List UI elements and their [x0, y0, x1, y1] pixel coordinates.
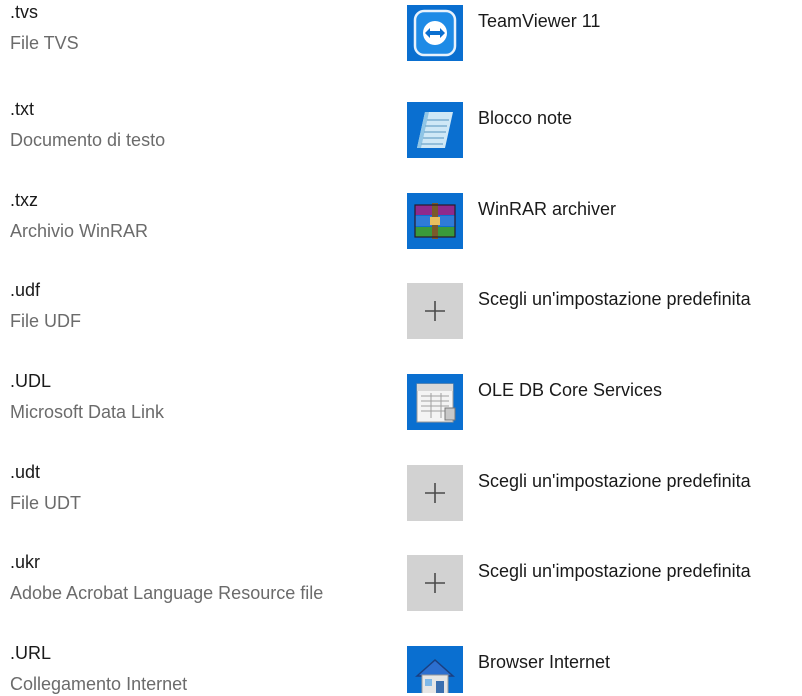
extension-label: .UDL	[10, 371, 52, 391]
internet-browser-icon	[407, 646, 463, 693]
association-row-txt: .txt Documento di testo Blocco note	[0, 97, 802, 187]
extension-description: Microsoft Data Link	[10, 402, 165, 422]
choose-default-button-ukr[interactable]: Scegli un'impostazione predefinita	[407, 550, 802, 612]
default-app-name: Blocco note	[478, 108, 573, 128]
ole-db-icon	[407, 374, 463, 430]
extension-label: .txz	[10, 190, 39, 210]
extension-description: Archivio WinRAR	[10, 221, 149, 241]
default-app-name: Browser Internet	[478, 652, 611, 672]
extension-label: .udt	[10, 462, 41, 482]
extension-description: File UDF	[10, 311, 81, 331]
winrar-icon	[407, 193, 463, 249]
association-row-url: .URL Collegamento Internet Browser Inter…	[0, 641, 802, 694]
extension-description: File UDT	[10, 493, 81, 513]
default-app-name: Scegli un'impostazione predefinita	[478, 561, 751, 581]
plus-icon	[407, 283, 463, 339]
association-row-tvs: .tvs File TVS TeamViewer 11	[0, 0, 802, 90]
teamviewer-icon	[407, 5, 463, 61]
association-row-udt: .udt File UDT Scegli un'impostazione pre…	[0, 460, 802, 550]
extension-description: Documento di testo	[10, 130, 166, 150]
association-row-udl: .UDL Microsoft Data Link OLE DB Core Ser…	[0, 369, 802, 459]
default-app-name: WinRAR archiver	[478, 199, 617, 219]
default-app-button-tvs[interactable]: TeamViewer 11	[407, 0, 802, 62]
association-row-txz: .txz Archivio WinRAR WinRAR archiver	[0, 188, 802, 278]
default-app-button-url[interactable]: Browser Internet	[407, 641, 802, 693]
default-app-name: Scegli un'impostazione predefinita	[478, 471, 751, 491]
default-app-button-txz[interactable]: WinRAR archiver	[407, 188, 802, 250]
choose-default-button-udt[interactable]: Scegli un'impostazione predefinita	[407, 460, 802, 522]
default-app-name: Scegli un'impostazione predefinita	[478, 289, 751, 309]
extension-label: .txt	[10, 99, 35, 119]
default-app-button-txt[interactable]: Blocco note	[407, 97, 802, 159]
extension-description: Collegamento Internet	[10, 674, 188, 694]
extension-label: .URL	[10, 643, 52, 663]
association-row-ukr: .ukr Adobe Acrobat Language Resource fil…	[0, 550, 802, 640]
default-app-name: OLE DB Core Services	[478, 380, 663, 400]
extension-label: .tvs	[10, 2, 39, 22]
extension-description: File TVS	[10, 33, 79, 53]
association-row-udf: .udf File UDF Scegli un'impostazione pre…	[0, 278, 802, 368]
default-app-name: TeamViewer 11	[478, 11, 601, 31]
choose-default-button-udf[interactable]: Scegli un'impostazione predefinita	[407, 278, 802, 340]
plus-icon	[407, 555, 463, 611]
extension-description: Adobe Acrobat Language Resource file	[10, 583, 324, 603]
extension-label: .udf	[10, 280, 41, 300]
default-app-button-udl[interactable]: OLE DB Core Services	[407, 369, 802, 431]
notepad-icon	[407, 102, 463, 158]
plus-icon	[407, 465, 463, 521]
extension-label: .ukr	[10, 552, 41, 572]
file-type-association-list: .tvs File TVS TeamViewer 11 .txt Documen…	[0, 0, 802, 694]
